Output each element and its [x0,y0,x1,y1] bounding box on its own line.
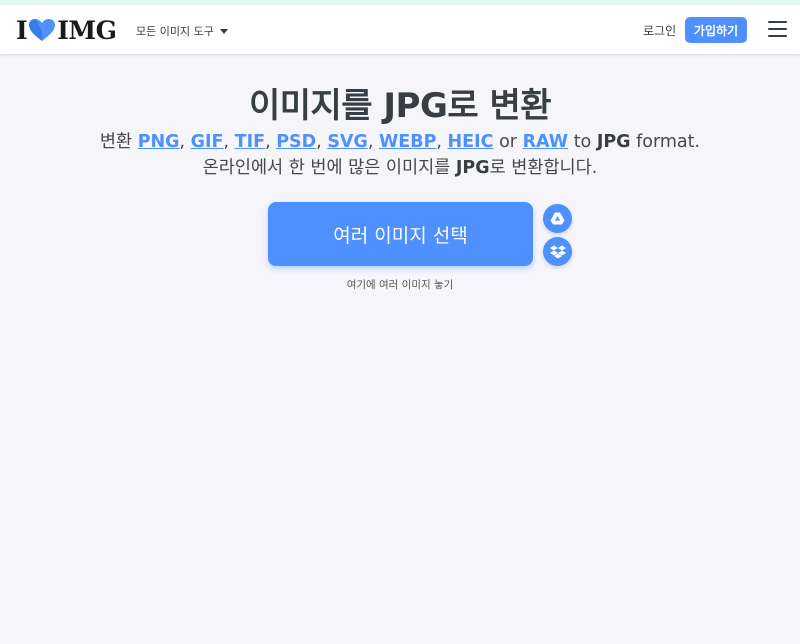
subtitle-description: 온라인에서 한 번에 많은 이미지를 JPG로 변환합니다. [202,158,598,178]
heart-icon [29,19,56,41]
login-link[interactable]: 로그인 [643,22,676,39]
logo[interactable]: I IMG [16,15,117,45]
format-link-heic[interactable]: HEIC [448,132,494,152]
google-drive-button[interactable] [543,204,572,233]
page-title: 이미지를 JPG로 변환 [248,86,552,126]
format-link-tif[interactable]: TIF [235,132,265,152]
header-bar: I IMG 모든 이미지 도구 로그인 가입하기 [0,5,800,54]
all-tools-label: 모든 이미지 도구 [136,25,214,38]
format-link-webp[interactable]: WEBP [379,132,436,152]
subtitle-formats: 변환 PNG, GIF, TIF, PSD, SVG, WEBP, HEIC o… [99,132,701,152]
drop-zone-hint: 여기에 여러 이미지 놓기 [346,279,454,291]
caret-down-icon [219,28,228,34]
format-link-png[interactable]: PNG [138,132,180,152]
format-link-raw[interactable]: RAW [523,132,569,152]
hamburger-menu-icon[interactable] [768,21,787,37]
format-link-svg[interactable]: SVG [327,132,368,152]
format-link-psd[interactable]: PSD [276,132,316,152]
google-drive-icon [550,212,565,225]
all-tools-dropdown[interactable]: 모든 이미지 도구 [136,22,228,40]
dropbox-button[interactable] [543,237,572,266]
dropbox-icon [549,245,566,258]
logo-text-i: I [16,15,28,45]
signup-button[interactable]: 가입하기 [685,17,747,43]
select-images-button[interactable]: 여러 이미지 선택 [268,202,533,266]
logo-text-img: IMG [57,15,117,45]
format-link-gif[interactable]: GIF [191,132,224,152]
